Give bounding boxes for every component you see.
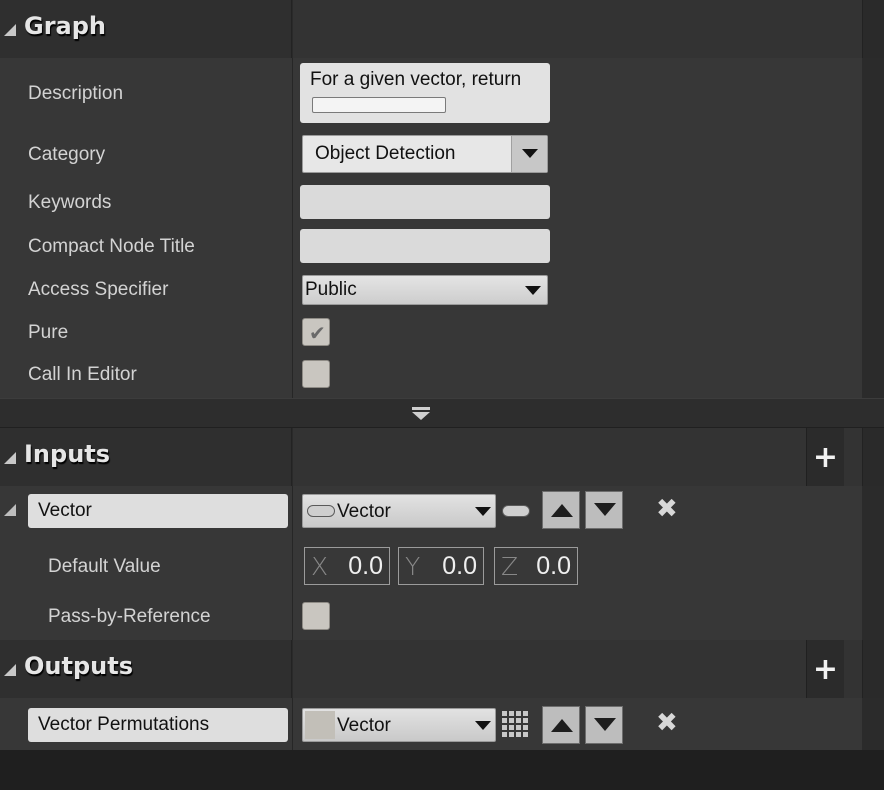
input-type-combobox[interactable]: Vector bbox=[302, 494, 496, 528]
advanced-expander-bar[interactable] bbox=[0, 398, 884, 428]
dropdown-arrow-icon[interactable] bbox=[511, 136, 547, 172]
call-in-editor-checkbox[interactable] bbox=[302, 360, 330, 388]
vector-pin-icon bbox=[307, 505, 335, 517]
array-pin-icon bbox=[305, 711, 335, 739]
access-specifier-combobox[interactable]: Public bbox=[302, 275, 548, 305]
graph-header-edge bbox=[862, 0, 884, 58]
column-splitter[interactable] bbox=[292, 58, 293, 398]
outputs-section-header[interactable]: Outputs + bbox=[0, 640, 884, 698]
array-container-icon[interactable] bbox=[502, 711, 530, 739]
arrow-down-icon bbox=[594, 503, 616, 516]
graph-section-header[interactable]: Graph bbox=[0, 0, 884, 58]
inputs-header-right bbox=[293, 428, 862, 486]
keywords-label: Keywords bbox=[28, 192, 112, 213]
pure-label: Pure bbox=[28, 322, 69, 343]
y-axis-label: Y bbox=[405, 552, 421, 581]
output-type-value: Vector bbox=[337, 715, 391, 736]
graph-panel-edge bbox=[862, 58, 884, 398]
collapse-triangle-icon[interactable] bbox=[4, 664, 16, 676]
x-axis-label: X bbox=[311, 552, 329, 581]
category-combobox[interactable]: Object Detection bbox=[302, 135, 548, 173]
collapse-triangle-icon[interactable] bbox=[4, 452, 16, 464]
keywords-input[interactable] bbox=[300, 185, 550, 219]
arrow-down-icon bbox=[594, 718, 616, 731]
input-name-field[interactable]: Vector bbox=[28, 494, 288, 528]
dropdown-arrow-icon[interactable] bbox=[475, 721, 491, 730]
inputs-panel-edge bbox=[862, 486, 884, 640]
description-scrollbar[interactable] bbox=[312, 97, 446, 113]
arrow-up-icon bbox=[551, 504, 573, 517]
expand-arrow-icon[interactable] bbox=[412, 412, 430, 420]
description-field[interactable]: For a given vector, return bbox=[300, 63, 550, 123]
move-up-button[interactable] bbox=[542, 706, 580, 744]
outputs-header-edge bbox=[862, 640, 884, 698]
move-down-button[interactable] bbox=[585, 706, 623, 744]
description-text: For a given vector, return bbox=[310, 69, 522, 90]
column-splitter[interactable] bbox=[292, 486, 293, 640]
add-input-button[interactable]: + bbox=[806, 428, 844, 486]
y-value: 0.0 bbox=[442, 552, 477, 580]
compact-title-input[interactable] bbox=[300, 229, 550, 263]
move-up-button[interactable] bbox=[542, 491, 580, 529]
category-label: Category bbox=[28, 144, 106, 165]
move-down-button[interactable] bbox=[585, 491, 623, 529]
default-y-field[interactable]: Y 0.0 bbox=[398, 547, 484, 585]
call-in-editor-label: Call In Editor bbox=[28, 364, 137, 385]
output-name-field[interactable]: Vector Permutations bbox=[28, 708, 288, 742]
outputs-section-title: Outputs bbox=[24, 652, 133, 680]
inputs-header-edge bbox=[862, 428, 884, 486]
category-value: Object Detection bbox=[315, 143, 456, 164]
collapse-triangle-icon[interactable] bbox=[4, 504, 16, 516]
x-value: 0.0 bbox=[348, 552, 383, 580]
input-type-value: Vector bbox=[337, 501, 391, 522]
outputs-panel-edge bbox=[862, 698, 884, 750]
output-name-text: Vector Permutations bbox=[38, 714, 210, 735]
input-name-text: Vector bbox=[38, 500, 92, 521]
pass-by-reference-label: Pass-by-Reference bbox=[48, 606, 211, 627]
pure-checkbox[interactable]: ✔ bbox=[302, 318, 330, 346]
remove-input-icon[interactable]: ✖ bbox=[656, 494, 678, 524]
column-splitter[interactable] bbox=[292, 698, 293, 750]
graph-header-right bbox=[293, 0, 862, 58]
default-value-label: Default Value bbox=[48, 556, 161, 577]
compact-title-label: Compact Node Title bbox=[28, 236, 195, 257]
default-x-field[interactable]: X 0.0 bbox=[304, 547, 390, 585]
description-label: Description bbox=[28, 83, 124, 104]
remove-output-icon[interactable]: ✖ bbox=[656, 708, 678, 738]
default-z-field[interactable]: Z 0.0 bbox=[494, 547, 578, 585]
add-output-button[interactable]: + bbox=[806, 640, 844, 698]
pass-by-reference-checkbox[interactable] bbox=[302, 602, 330, 630]
dropdown-arrow-icon[interactable] bbox=[525, 286, 541, 295]
output-type-combobox[interactable]: Vector bbox=[302, 708, 496, 742]
arrow-up-icon bbox=[551, 719, 573, 732]
z-axis-label: Z bbox=[501, 552, 519, 581]
dropdown-arrow-icon[interactable] bbox=[475, 507, 491, 516]
inputs-section-title: Inputs bbox=[24, 440, 111, 468]
graph-section-title: Graph bbox=[24, 12, 106, 40]
outputs-header-right bbox=[293, 640, 862, 698]
collapse-triangle-icon[interactable] bbox=[4, 24, 16, 36]
z-value: 0.0 bbox=[536, 552, 571, 580]
checkmark-icon: ✔ bbox=[309, 321, 326, 345]
access-specifier-value: Public bbox=[305, 279, 357, 300]
inputs-section-header[interactable]: Inputs + bbox=[0, 428, 884, 486]
single-container-icon[interactable] bbox=[502, 505, 530, 517]
access-specifier-label: Access Specifier bbox=[28, 279, 169, 300]
expander-line-icon bbox=[412, 407, 430, 410]
